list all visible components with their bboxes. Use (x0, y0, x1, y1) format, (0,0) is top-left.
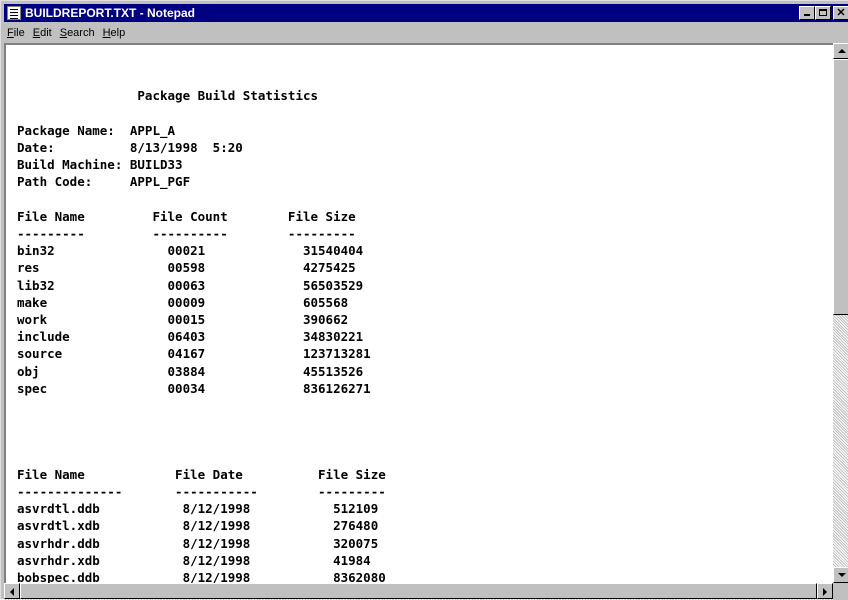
menu-edit-label: dit (40, 26, 52, 39)
window-controls: ✕ (799, 6, 848, 20)
menu-file-accel: F (7, 26, 14, 39)
menu-search-label: earch (67, 26, 95, 39)
close-icon: ✕ (836, 7, 846, 19)
arrow-left-icon (10, 588, 14, 596)
horizontal-scroll-thumb[interactable] (20, 583, 817, 599)
menu-edit-accel: E (32, 26, 41, 39)
scroll-up-button[interactable] (833, 43, 848, 59)
close-button[interactable]: ✕ (833, 6, 848, 20)
vertical-scroll-thumb[interactable] (833, 59, 848, 315)
menu-edit[interactable]: Edit (30, 27, 57, 39)
window-title: BUILDREPORT.TXT - Notepad (25, 6, 195, 20)
vertical-scrollbar[interactable] (833, 43, 848, 583)
scroll-right-button[interactable] (817, 583, 833, 599)
text-editor-area[interactable]: Package Build Statistics Package Name: A… (4, 43, 833, 586)
size-grip[interactable] (833, 583, 848, 600)
menu-help[interactable]: Help (100, 27, 131, 39)
menu-bar: File Edit Search Help (4, 23, 848, 42)
menu-search[interactable]: Search (57, 27, 100, 39)
horizontal-scrollbar[interactable] (4, 583, 833, 600)
maximize-button[interactable] (815, 6, 831, 20)
arrow-right-icon (823, 588, 827, 596)
notepad-window: BUILDREPORT.TXT - Notepad ✕ File Edit Se… (0, 0, 848, 600)
menu-search-accel: S (59, 26, 68, 39)
minimize-icon (804, 14, 810, 16)
menu-file[interactable]: File (4, 27, 30, 39)
menu-help-accel: H (102, 26, 111, 39)
document-text[interactable]: Package Build Statistics Package Name: A… (17, 53, 386, 586)
notepad-icon[interactable] (7, 6, 21, 20)
arrow-up-icon (838, 49, 846, 53)
minimize-button[interactable] (799, 6, 815, 20)
menu-help-label: elp (110, 26, 126, 39)
title-bar[interactable]: BUILDREPORT.TXT - Notepad ✕ (4, 4, 848, 22)
arrow-down-icon (838, 573, 846, 577)
menu-file-label: ile (13, 26, 25, 39)
scroll-down-button[interactable] (833, 567, 848, 583)
maximize-icon (819, 9, 827, 16)
scroll-left-button[interactable] (4, 583, 20, 599)
